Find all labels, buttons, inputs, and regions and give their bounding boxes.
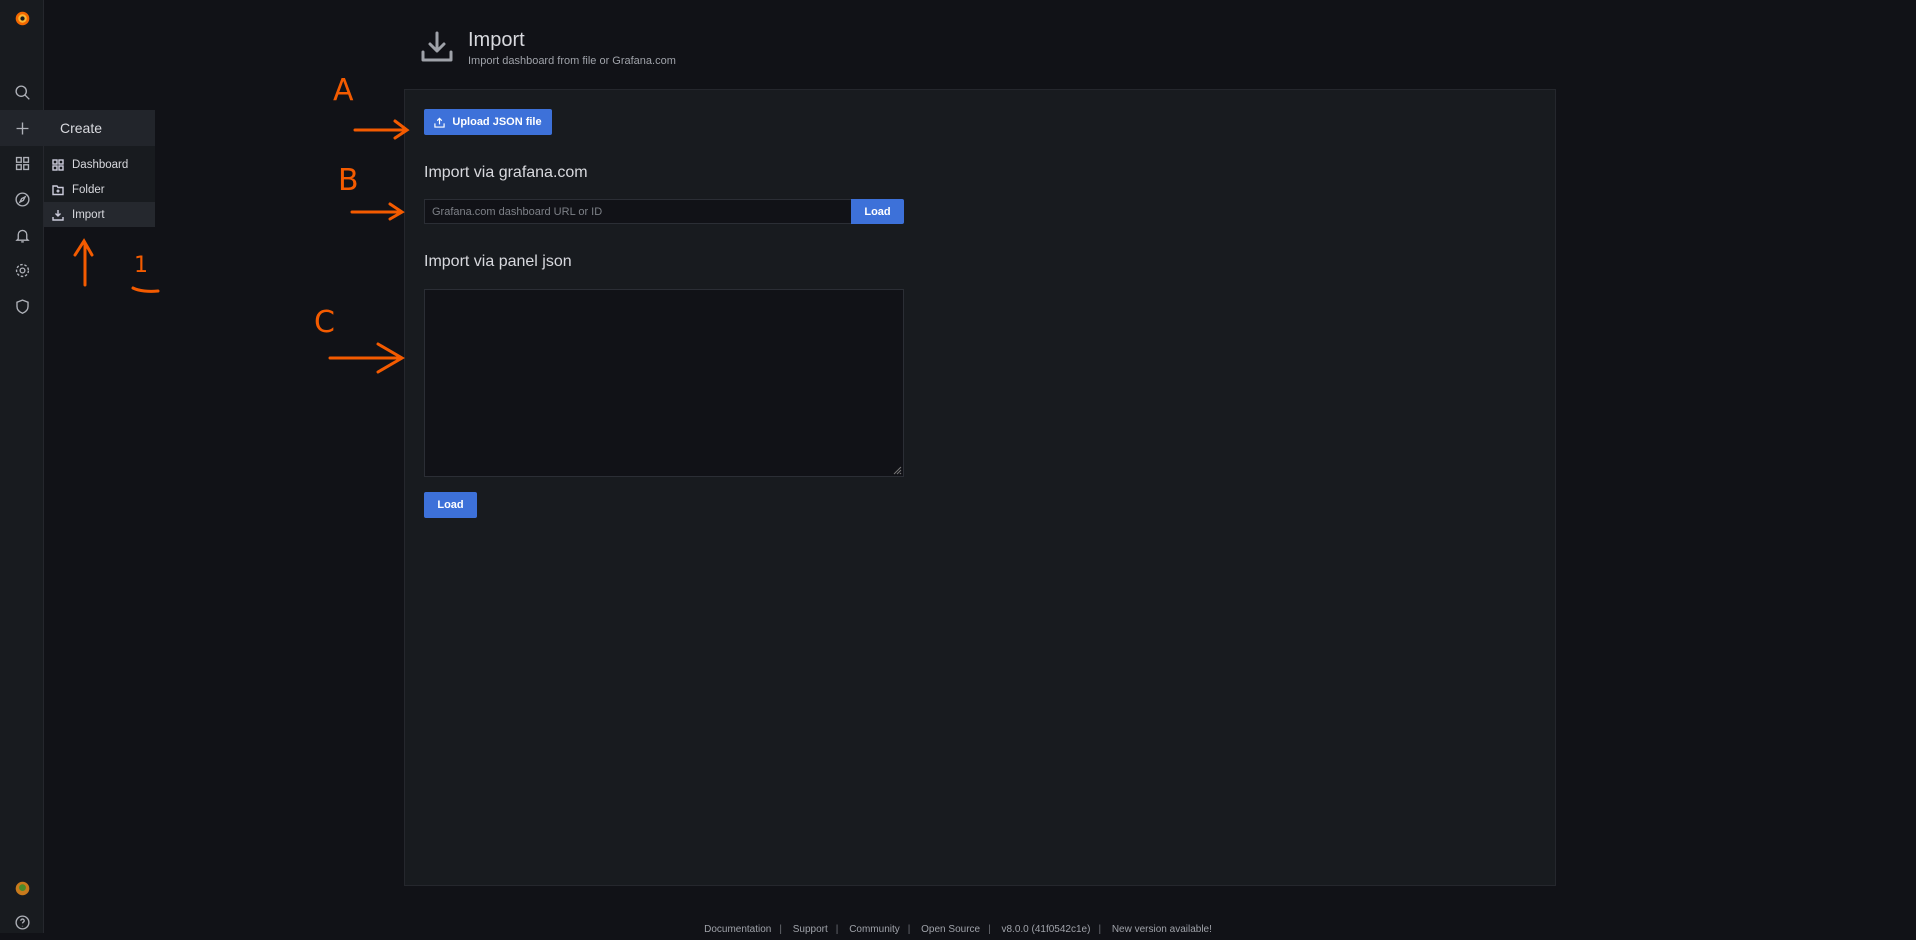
annotation-1: 1 (134, 253, 148, 278)
annotation-b: B (338, 163, 359, 198)
footer-community[interactable]: Community (849, 924, 900, 935)
upload-icon (434, 117, 446, 128)
upload-json-button[interactable]: Upload JSON file (424, 109, 552, 135)
annotation-arrow-b (350, 202, 405, 221)
page-title: Import (468, 29, 525, 51)
footer-support[interactable]: Support (793, 924, 828, 935)
footer: Documentation | Support | Community | Open … (704, 924, 1212, 935)
annotation-arrow-a (353, 119, 410, 140)
annotation-c: C (314, 305, 335, 340)
apps-icon (52, 158, 64, 171)
panel-json-textarea[interactable] (424, 289, 904, 477)
footer-version: v8.0.0 (41f0542c1e) (1001, 924, 1091, 935)
menu-item-folder[interactable]: Folder (44, 177, 155, 202)
grafana-import-heading: Import via grafana.com (424, 164, 588, 181)
annotation-a: A (333, 73, 354, 108)
upload-json-label: Upload JSON file (452, 116, 542, 128)
avatar[interactable] (0, 870, 44, 906)
footer-documentation[interactable]: Documentation (704, 924, 771, 935)
panel-json-heading: Import via panel json (424, 253, 572, 270)
page-subtitle: Import dashboard from file or Grafana.co… (468, 55, 676, 67)
annotation-mark-underline (131, 286, 160, 293)
create-menu-title[interactable]: Create (44, 110, 155, 146)
grafana-logo-icon[interactable] (0, 0, 44, 36)
panel-json-load-button[interactable]: Load (424, 492, 477, 518)
dashboards-grid-icon[interactable] (0, 145, 44, 181)
gear-icon[interactable] (0, 252, 44, 288)
folder-plus-icon (52, 184, 64, 195)
search-icon[interactable] (0, 74, 44, 110)
footer-new-version[interactable]: New version available! (1112, 924, 1212, 935)
compass-icon[interactable] (0, 181, 44, 217)
menu-item-import[interactable]: Import (44, 202, 155, 227)
annotation-arrow-c (328, 342, 405, 374)
import-header-icon (421, 31, 453, 62)
bell-icon[interactable] (0, 217, 44, 253)
annotation-arrow-up (73, 238, 94, 287)
menu-item-label: Folder (72, 183, 105, 196)
menu-item-label: Dashboard (72, 158, 129, 171)
footer-open-source[interactable]: Open Source (921, 924, 980, 935)
import-icon (52, 209, 64, 221)
resize-handle-icon[interactable] (892, 465, 902, 475)
menu-item-label: Import (72, 208, 105, 221)
shield-icon[interactable] (0, 288, 44, 324)
menu-item-dashboard[interactable]: Dashboard (44, 152, 155, 177)
plus-icon[interactable] (0, 110, 44, 146)
sidebar (0, 0, 44, 933)
grafana-load-button[interactable]: Load (851, 199, 904, 224)
grafana-url-input[interactable]: Grafana.com dashboard URL or ID (424, 199, 852, 224)
create-menu: Create Dashboard Folder Import (44, 110, 155, 227)
